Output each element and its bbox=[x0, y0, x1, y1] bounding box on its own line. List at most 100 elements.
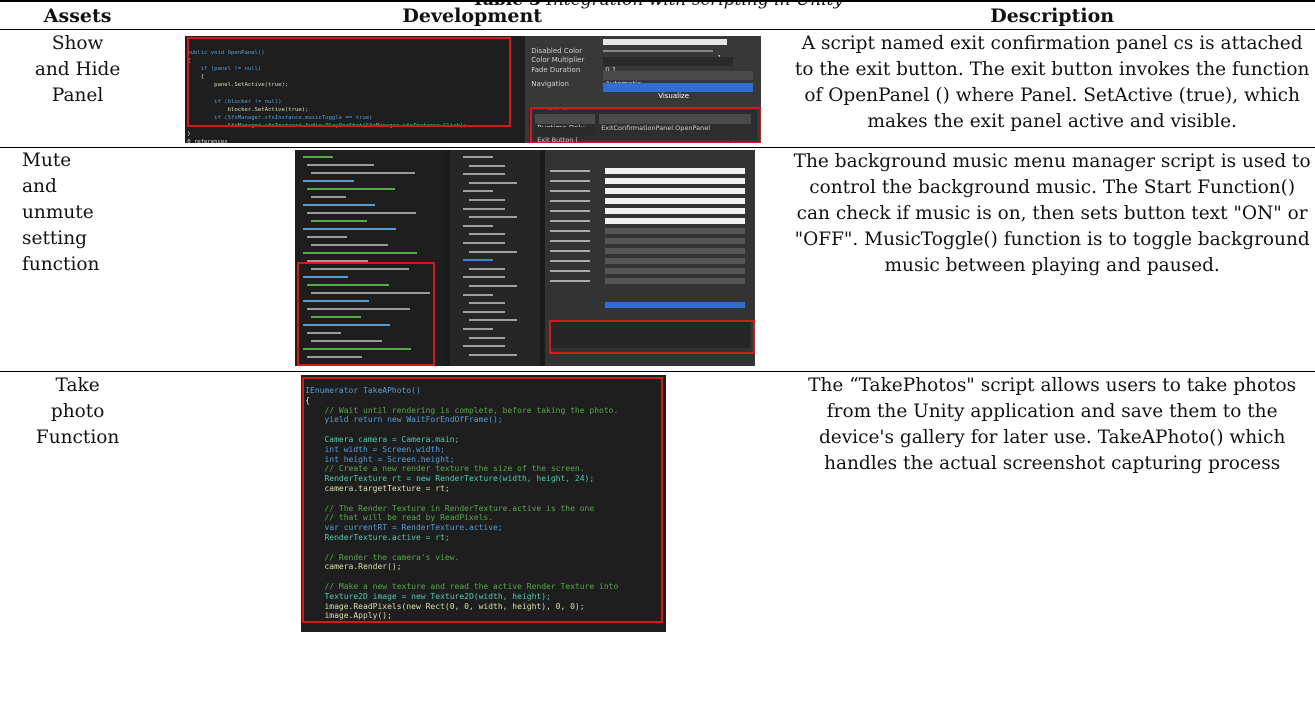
hierarchy-item bbox=[469, 285, 517, 287]
code-highlight-box bbox=[187, 37, 511, 127]
inspector-label bbox=[550, 250, 590, 252]
inspector-field bbox=[605, 168, 745, 174]
hierarchy-item bbox=[469, 199, 505, 201]
inspector-field bbox=[605, 208, 745, 214]
header-description: Description bbox=[789, 1, 1315, 30]
code-line bbox=[311, 196, 346, 198]
asset-name: Show and Hide Panel bbox=[0, 31, 155, 109]
asset-name: Mute and unmute setting function bbox=[22, 148, 155, 278]
hierarchy-item bbox=[469, 216, 517, 218]
hierarchy-item bbox=[463, 328, 493, 330]
table-row: Mute and unmute setting function The bac… bbox=[0, 148, 1315, 372]
hierarchy-item bbox=[463, 311, 505, 313]
inspector-label bbox=[550, 210, 590, 212]
inspector-field bbox=[605, 268, 745, 274]
hierarchy-item bbox=[469, 319, 517, 321]
inspector-label bbox=[550, 180, 590, 182]
code-line: public void ClosePanel() bbox=[187, 137, 268, 143]
photo-code-screenshot: IEnumerator TakeAPhoto(){ // Wait until … bbox=[155, 372, 789, 717]
hierarchy-item bbox=[463, 242, 505, 244]
hierarchy-item bbox=[463, 156, 493, 158]
inspector-field bbox=[605, 238, 745, 244]
asset-cell: Take photo Function bbox=[0, 372, 155, 718]
inspector-label bbox=[550, 170, 590, 172]
inspector-highlight-box bbox=[530, 107, 761, 143]
panel-code-screenshot: public void OpenPanel(){ if (panel != nu… bbox=[155, 30, 789, 146]
slider-track bbox=[603, 50, 713, 52]
inspector-label bbox=[550, 260, 590, 262]
inspector-highlight-box bbox=[549, 320, 755, 354]
hierarchy-item bbox=[463, 259, 493, 261]
hierarchy-item bbox=[463, 190, 493, 192]
development-cell bbox=[155, 148, 789, 372]
hierarchy-item bbox=[469, 251, 517, 253]
inspector-label bbox=[550, 280, 590, 282]
inspector-label bbox=[550, 200, 590, 202]
hierarchy-item bbox=[469, 268, 505, 270]
code-line bbox=[307, 212, 416, 214]
inspector-label bbox=[550, 220, 590, 222]
asset-cell: Show and Hide Panel bbox=[0, 30, 155, 148]
inspector-field bbox=[605, 258, 745, 264]
table-row: Take photo Function IEnumerator TakeAPho… bbox=[0, 372, 1315, 718]
visualize-label: Visualize bbox=[658, 83, 689, 109]
code-line bbox=[303, 204, 375, 206]
code-line bbox=[307, 236, 347, 238]
description-text: The “TakePhotos" script allows users to … bbox=[808, 375, 1296, 474]
code-line bbox=[307, 188, 395, 190]
inspector-field bbox=[605, 218, 745, 224]
description-cell: A script named exit confirmation panel c… bbox=[789, 30, 1315, 148]
code-line bbox=[311, 244, 388, 246]
description-text: The background music menu manager script… bbox=[794, 151, 1311, 276]
code-line bbox=[303, 252, 417, 254]
development-cell: public void OpenPanel(){ if (panel != nu… bbox=[155, 30, 789, 148]
fade-field bbox=[603, 57, 733, 66]
header-assets: Assets bbox=[0, 1, 155, 30]
inspector-label bbox=[550, 240, 590, 242]
table-row: Show and Hide Panel public void OpenPane… bbox=[0, 30, 1315, 148]
inspector-field bbox=[605, 178, 745, 184]
music-code-screenshot bbox=[155, 148, 789, 370]
code-line bbox=[303, 180, 354, 182]
inspector-label bbox=[550, 270, 590, 272]
hierarchy-item bbox=[469, 182, 517, 184]
code-line: // Change back the camera target texture… bbox=[305, 623, 522, 632]
code-line bbox=[303, 156, 333, 158]
code-highlight-box bbox=[297, 262, 435, 366]
hierarchy-item bbox=[469, 165, 505, 167]
inspector-field bbox=[605, 228, 745, 234]
description-text: A script named exit confirmation panel c… bbox=[795, 33, 1310, 132]
development-cell: IEnumerator TakeAPhoto(){ // Wait until … bbox=[155, 372, 789, 718]
inspector-label bbox=[550, 190, 590, 192]
inspector-label: Navigation bbox=[531, 71, 569, 97]
code-line bbox=[311, 220, 367, 222]
hierarchy-item bbox=[463, 345, 505, 347]
visualize-button: Visualize bbox=[603, 83, 753, 92]
hierarchy-item bbox=[463, 294, 493, 296]
hierarchy-item bbox=[469, 302, 505, 304]
integration-table: Assets Development Description Show and … bbox=[0, 0, 1315, 718]
inspector-field bbox=[605, 198, 745, 204]
hierarchy-item bbox=[463, 208, 505, 210]
color-swatch bbox=[603, 39, 727, 45]
inspector-label bbox=[550, 230, 590, 232]
hierarchy-item bbox=[463, 276, 505, 278]
description-cell: The background music menu manager script… bbox=[789, 148, 1315, 372]
asset-name: Take photo Function bbox=[0, 373, 155, 451]
code-line bbox=[303, 228, 396, 230]
code-highlight-box bbox=[302, 377, 663, 623]
hierarchy-item bbox=[463, 225, 493, 227]
code-line bbox=[307, 164, 374, 166]
hierarchy-item bbox=[469, 233, 505, 235]
description-cell: The “TakePhotos" script allows users to … bbox=[789, 372, 1315, 718]
visualize-button bbox=[605, 302, 745, 308]
code-line bbox=[311, 172, 415, 174]
hierarchy-item bbox=[469, 337, 505, 339]
header-development: Development bbox=[155, 1, 789, 30]
inspector-field bbox=[605, 278, 745, 284]
inspector-field bbox=[605, 248, 745, 254]
inspector-field bbox=[605, 188, 745, 194]
asset-cell: Mute and unmute setting function bbox=[0, 148, 155, 372]
hierarchy-item bbox=[463, 173, 505, 175]
hierarchy-item bbox=[469, 354, 517, 356]
